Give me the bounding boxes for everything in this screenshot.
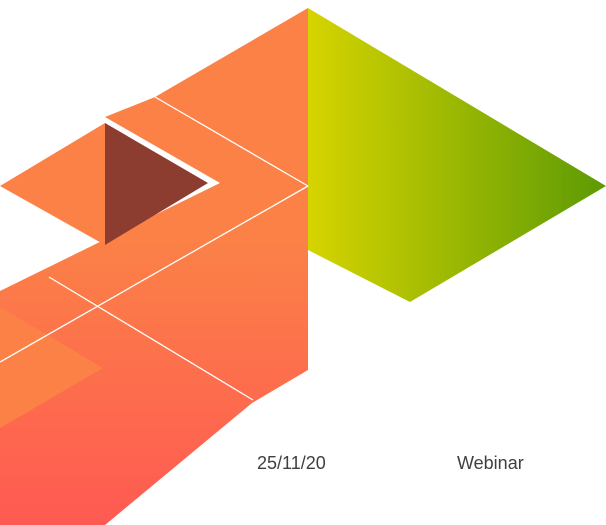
decorative-logo-graphic xyxy=(0,8,606,525)
title-slide: 25/11/20 Webinar xyxy=(0,0,606,525)
green-diamond-shape xyxy=(308,8,606,302)
orange-ribbon-shape xyxy=(0,8,308,525)
date-label: 25/11/20 xyxy=(257,453,326,473)
event-type-label: Webinar xyxy=(457,453,524,473)
orange-small-diamond-shape xyxy=(0,123,105,245)
